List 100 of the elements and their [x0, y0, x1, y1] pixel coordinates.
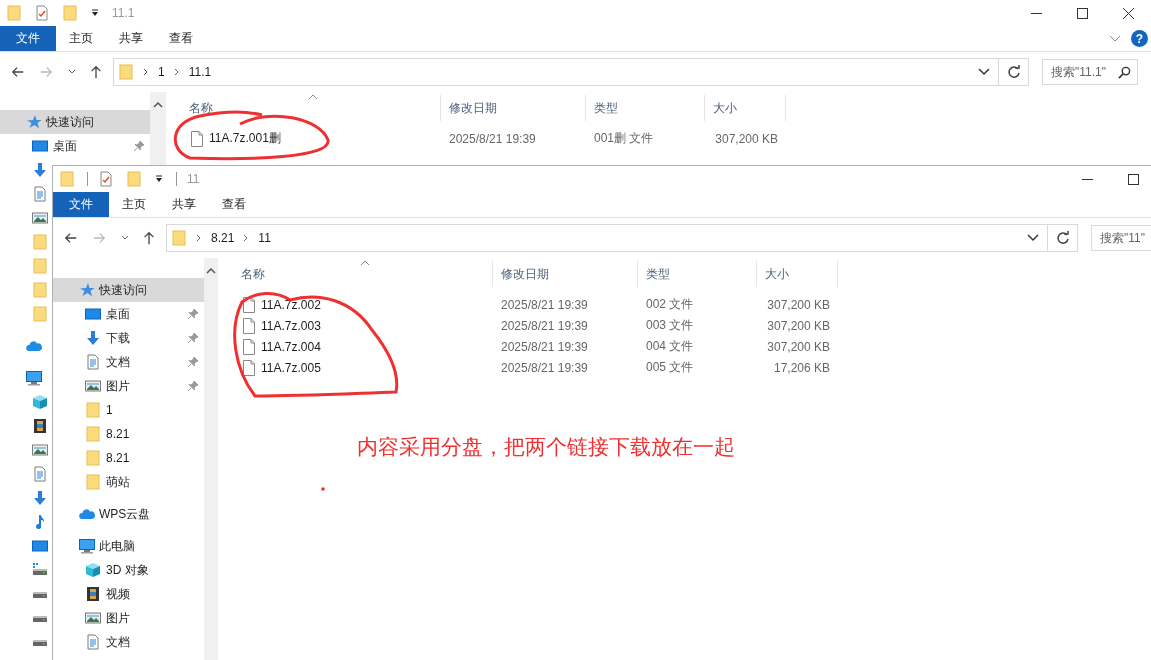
sort-caret-icon — [308, 94, 318, 100]
pin-icon[interactable] — [187, 332, 199, 344]
scroll-up-icon[interactable] — [206, 268, 216, 274]
pin-icon[interactable] — [187, 380, 199, 392]
ribbon-tab[interactable]: 主页 — [109, 192, 159, 217]
sidebar-item[interactable]: 视频 — [53, 582, 204, 606]
close-button[interactable] — [1123, 7, 1134, 19]
column-header[interactable]: 名称 — [218, 261, 493, 287]
sidebar-item[interactable]: 8.21 — [53, 446, 204, 470]
sidebar-item[interactable]: 文档 — [53, 630, 204, 654]
column-header[interactable]: 大小 — [705, 95, 786, 121]
chevron-right-icon — [173, 68, 180, 76]
chevron-right-icon — [196, 234, 202, 242]
date-cell-text: 2025/8/21 19:39 — [500, 297, 589, 312]
column-header[interactable]: 大小 — [757, 261, 838, 287]
annotation-dot — [321, 487, 325, 491]
sort-caret-icon — [360, 260, 370, 266]
type-cell-text: 005 文件 — [645, 359, 695, 376]
file-name[interactable]: 11A.7z.003 — [261, 318, 321, 333]
ribbon-tab[interactable]: 查看 — [156, 26, 206, 51]
search-field[interactable]: 搜索"11" — [1091, 225, 1151, 251]
scroll-up-icon[interactable] — [153, 102, 163, 108]
size-cell-text: 17,206 KB — [772, 360, 831, 375]
sidebar-item[interactable]: 1 — [53, 398, 204, 422]
picture-icon — [85, 378, 101, 394]
sidebar-item[interactable]: 下载 — [53, 326, 204, 350]
column-header[interactable]: 修改日期 — [441, 95, 586, 121]
up-arrow-icon[interactable] — [89, 65, 103, 79]
refresh-button[interactable] — [1048, 224, 1078, 252]
up-arrow-icon[interactable] — [142, 231, 156, 245]
back-arrow-icon[interactable] — [64, 231, 78, 245]
dropdown-icon[interactable] — [154, 174, 164, 184]
sidebar-item[interactable]: 图片 — [53, 606, 204, 630]
sidebar-item[interactable]: 桌面 — [0, 134, 150, 158]
maximize-button[interactable] — [1077, 7, 1088, 19]
chevron-down-icon[interactable] — [978, 68, 990, 76]
annotation-text: 内容采用分盘，把两个链接下载放在一起 — [357, 434, 735, 460]
sidebar-item[interactable]: 3D 对象 — [53, 558, 204, 582]
search-placeholder: 搜索"11.1" — [1051, 63, 1107, 81]
date-cell-text: 2025/8/21 19:39 — [500, 318, 589, 333]
ribbon-tab[interactable]: 共享 — [159, 192, 209, 217]
breadcrumb[interactable]: 8.21 — [211, 231, 235, 245]
breadcrumb[interactable]: 11.1 — [188, 65, 212, 79]
cloud-icon — [79, 506, 95, 522]
desktop-icon — [85, 306, 101, 322]
ribbon-tab[interactable]: 查看 — [209, 192, 259, 217]
pin-icon[interactable] — [187, 356, 199, 368]
dropdown-icon[interactable] — [90, 8, 100, 18]
date-cell-text: 2025/8/21 19:39 — [500, 360, 589, 375]
sidebar-item[interactable]: 快速访问 — [0, 110, 150, 134]
cube-icon — [32, 394, 48, 410]
column-header[interactable]: 类型 — [586, 95, 705, 121]
sidebar-item[interactable]: 8.21 — [53, 422, 204, 446]
column-header[interactable]: 类型 — [638, 261, 757, 287]
file-name[interactable]: 11A.7z.002 — [261, 297, 321, 312]
ribbon-tab[interactable]: 主页 — [56, 26, 106, 51]
type-cell-text: 002 文件 — [645, 296, 695, 313]
sidebar-item[interactable]: 图片 — [53, 374, 204, 398]
ribbon-tab[interactable]: 共享 — [106, 26, 156, 51]
maximize-button[interactable] — [1128, 173, 1139, 185]
sidebar-item[interactable]: 桌面 — [53, 302, 204, 326]
folder-icon — [171, 230, 187, 246]
address-bar[interactable]: 8.21 11 — [166, 224, 1048, 252]
sidebar-item[interactable]: 萌站 — [53, 470, 204, 494]
search-placeholder: 搜索"11" — [1100, 229, 1146, 247]
file-tab[interactable]: 文件 — [0, 26, 56, 51]
sidebar-item[interactable]: 此电脑 — [53, 534, 204, 558]
file-name[interactable]: 11A.7z.004 — [261, 339, 321, 354]
pin-icon[interactable] — [187, 308, 199, 320]
download-arrow-icon — [32, 162, 48, 178]
breadcrumb[interactable]: 1 — [158, 65, 165, 79]
address-bar[interactable]: 1 11.1 — [113, 58, 999, 86]
properties-icon[interactable] — [34, 5, 50, 21]
column-header[interactable]: 修改日期 — [493, 261, 638, 287]
cloud-icon — [26, 338, 42, 354]
sidebar-item[interactable]: WPS云盘 — [53, 502, 204, 526]
star-icon — [79, 282, 95, 298]
date-cell-text: 2025/8/21 19:39 — [500, 339, 589, 354]
folder-icon — [32, 306, 48, 322]
file-name[interactable]: 11A.7z.001删 — [209, 130, 281, 147]
folder-icon — [85, 474, 101, 490]
sidebar-item[interactable]: 快速访问 — [53, 278, 204, 302]
refresh-button[interactable] — [999, 58, 1029, 86]
search-field[interactable]: 搜索"11.1" — [1042, 59, 1138, 85]
document-icon — [32, 186, 48, 202]
file-icon — [243, 296, 255, 313]
folder-icon — [118, 64, 134, 80]
properties-icon[interactable] — [98, 171, 114, 187]
pin-icon[interactable] — [133, 140, 145, 152]
file-name[interactable]: 11A.7z.005 — [261, 360, 321, 375]
download-arrow-icon — [85, 330, 101, 346]
file-tab[interactable]: 文件 — [53, 192, 109, 217]
column-header[interactable]: 名称 — [166, 95, 441, 121]
scrollbar[interactable] — [204, 258, 218, 660]
download-arrow-icon — [32, 490, 48, 506]
breadcrumb[interactable]: 11 — [258, 231, 271, 245]
chevron-down-icon[interactable] — [1027, 234, 1039, 242]
sidebar-item[interactable]: 文档 — [53, 350, 204, 374]
back-arrow-icon[interactable] — [11, 65, 25, 79]
help-button[interactable]: ? — [1131, 30, 1148, 47]
